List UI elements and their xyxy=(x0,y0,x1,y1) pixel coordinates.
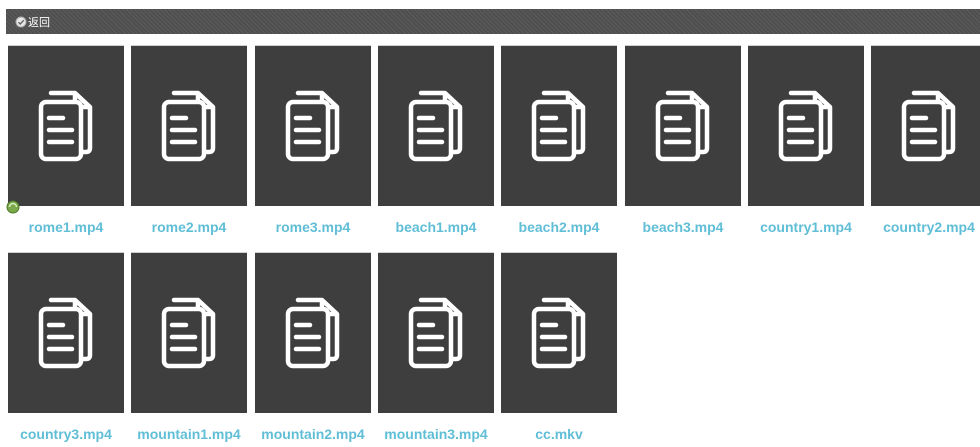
file-tile[interactable] xyxy=(255,45,371,206)
document-icon xyxy=(285,297,340,369)
file-name-label[interactable]: rome1.mp4 xyxy=(4,219,128,235)
file-name-label[interactable]: mountain3.mp4 xyxy=(374,426,498,442)
document-icon xyxy=(531,297,586,369)
file-name-label[interactable]: rome2.mp4 xyxy=(127,219,251,235)
document-icon xyxy=(285,90,340,162)
file-name-label[interactable]: beach1.mp4 xyxy=(374,219,498,235)
file-tile[interactable] xyxy=(8,252,124,413)
document-icon xyxy=(901,90,956,162)
top-toolbar: 返回 xyxy=(6,9,980,34)
document-icon xyxy=(408,297,463,369)
file-tile[interactable] xyxy=(501,252,617,413)
document-icon xyxy=(38,297,93,369)
back-button[interactable]: 返回 xyxy=(6,9,50,34)
file-tile[interactable] xyxy=(131,45,247,206)
back-label: 返回 xyxy=(28,15,50,29)
file-tile[interactable] xyxy=(871,45,980,206)
file-tile[interactable] xyxy=(255,252,371,413)
document-icon xyxy=(408,90,463,162)
file-tile[interactable] xyxy=(748,45,864,206)
file-tile[interactable] xyxy=(378,45,494,206)
document-icon xyxy=(161,297,216,369)
file-name-label[interactable]: mountain2.mp4 xyxy=(251,426,375,442)
file-name-label[interactable]: beach2.mp4 xyxy=(497,219,621,235)
file-tile[interactable] xyxy=(378,252,494,413)
file-tile[interactable] xyxy=(625,45,741,206)
file-name-label[interactable]: cc.mkv xyxy=(497,426,621,442)
file-tile[interactable] xyxy=(501,45,617,206)
file-name-label[interactable]: beach3.mp4 xyxy=(621,219,745,235)
file-name-label[interactable]: country3.mp4 xyxy=(4,426,128,442)
document-icon xyxy=(655,90,710,162)
file-name-label[interactable]: country1.mp4 xyxy=(744,219,868,235)
document-icon xyxy=(161,90,216,162)
file-tile[interactable] xyxy=(131,252,247,413)
document-icon xyxy=(778,90,833,162)
document-icon xyxy=(531,90,586,162)
check-circle-icon xyxy=(15,16,27,27)
file-name-label[interactable]: country2.mp4 xyxy=(867,219,980,235)
file-name-label[interactable]: mountain1.mp4 xyxy=(127,426,251,442)
file-tile[interactable] xyxy=(8,45,124,206)
file-name-label[interactable]: rome3.mp4 xyxy=(251,219,375,235)
loading-indicator-icon xyxy=(6,200,20,214)
document-icon xyxy=(38,90,93,162)
